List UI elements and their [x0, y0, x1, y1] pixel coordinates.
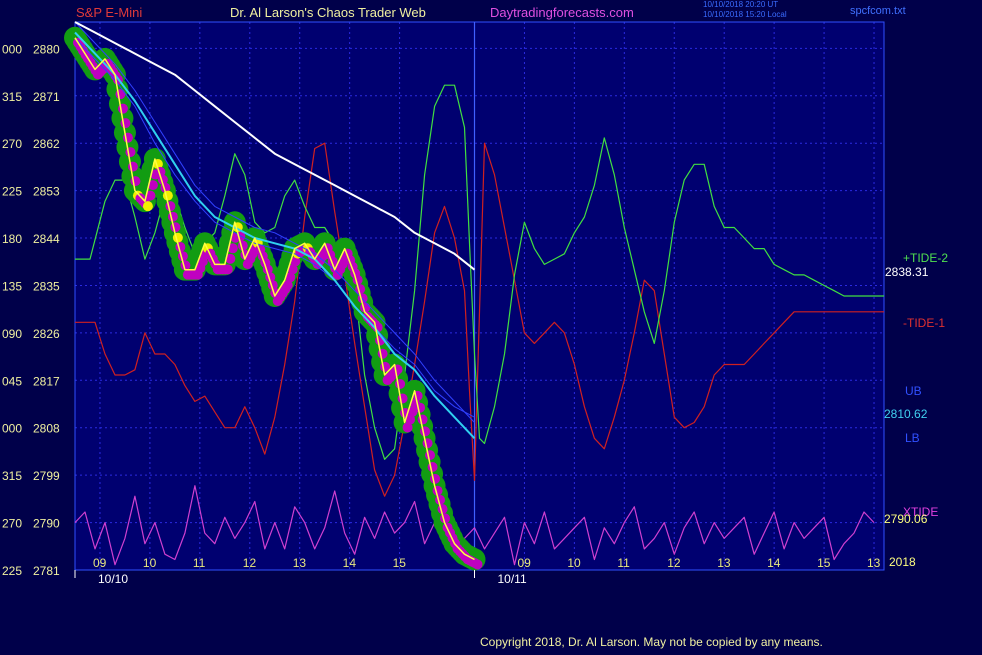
- x-hour-tick: 13: [293, 556, 307, 570]
- copyright-notice: Copyright 2018, Dr. Al Larson. May not b…: [480, 635, 823, 649]
- x-date-label: 10/10: [98, 572, 128, 586]
- price-dot: [170, 222, 181, 233]
- y-left-tick: 045: [2, 374, 22, 388]
- y-left-tick: 225: [2, 185, 22, 199]
- price-dot: [415, 402, 426, 413]
- data-filename: spcfcom.txt: [850, 5, 906, 17]
- x-hour-tick: 09: [517, 556, 531, 570]
- x-hour-tick: 12: [667, 556, 681, 570]
- price-dot: [420, 426, 431, 437]
- x-hour-tick: 14: [767, 556, 781, 570]
- x-hour-tick: 10: [143, 556, 157, 570]
- ub-label: UB: [905, 384, 922, 398]
- y-left-tick: 135: [2, 279, 22, 293]
- y-left-tick: 180: [2, 232, 22, 246]
- y-left-tick: 270: [2, 517, 22, 531]
- x-hour-tick: 12: [243, 556, 257, 570]
- y-price-tick: 2880: [33, 42, 60, 56]
- year-label: 2018: [889, 555, 916, 569]
- x-hour-tick: 15: [817, 556, 831, 570]
- y-left-tick: 225: [2, 564, 22, 578]
- price-dot: [422, 438, 433, 449]
- y-price-tick: 2862: [33, 137, 60, 151]
- y-price-tick: 2817: [33, 374, 60, 388]
- site-link[interactable]: Daytradingforecasts.com: [490, 6, 634, 19]
- tide2-value: 2838.31: [885, 265, 929, 279]
- x-hour-tick: 11: [617, 556, 630, 570]
- y-price-tick: 2844: [33, 232, 60, 246]
- price-high-dot: [162, 190, 173, 201]
- y-price-tick: 2826: [33, 327, 60, 341]
- price-dot: [425, 450, 436, 461]
- x-hour-tick: 11: [193, 556, 206, 570]
- xtide-value: 2790.06: [884, 512, 928, 526]
- y-price-tick: 2790: [33, 517, 60, 531]
- y-price-tick: 2799: [33, 469, 60, 483]
- x-hour-tick: 13: [717, 556, 731, 570]
- price-dot: [427, 461, 438, 472]
- y-left-tick: 270: [2, 137, 22, 151]
- chart-title: Dr. Al Larson's Chaos Trader Web: [230, 5, 426, 20]
- x-hour-tick: 09: [93, 556, 107, 570]
- y-price-tick: 2871: [33, 90, 60, 104]
- price-dot: [115, 89, 126, 100]
- x-date-label: 10/11: [498, 572, 527, 586]
- price-dot: [472, 559, 483, 570]
- x-hour-tick: 14: [343, 556, 357, 570]
- price-dot: [430, 473, 441, 484]
- tide1-label: -TIDE-1: [903, 316, 945, 330]
- chart-stage: 000 2880 315 2871 270 2862 225 2853 180 2844 135 28…: [0, 0, 982, 650]
- y-price-tick: 2835: [33, 279, 60, 293]
- symbol-title: S&P E-Mini: [76, 5, 143, 20]
- timestamp-ut: 10/10/2018 20:20 UT: [703, 0, 779, 9]
- x-hour-tick: 10: [567, 556, 581, 570]
- y-price-tick: 2808: [33, 422, 60, 436]
- ub-value: 2810.62: [884, 407, 928, 421]
- y-left-tick: 315: [2, 90, 22, 104]
- price-dot: [417, 414, 428, 425]
- tide2-label: +TIDE-2: [903, 251, 949, 265]
- timestamp-local: 10/10/2018 15:20 Local: [703, 10, 787, 19]
- y-left-tick: 315: [2, 469, 22, 483]
- x-hour-tick: 15: [393, 556, 407, 570]
- chart-svg: 000 2880 315 2871 270 2862 225 2853 180 2844 135 28…: [2, 21, 885, 586]
- price-dot: [165, 201, 176, 212]
- lb-label: LB: [905, 431, 920, 445]
- x-hour-tick: 13: [867, 556, 881, 570]
- price-dot: [222, 264, 233, 275]
- y-price-tick: 2853: [33, 185, 60, 199]
- y-left-tick: 000: [2, 422, 22, 436]
- y-left-tick: 000: [2, 42, 22, 56]
- y-price-tick: 2781: [33, 564, 60, 578]
- price-dot: [377, 348, 388, 359]
- price-high-dot: [142, 201, 153, 212]
- price-dot: [167, 211, 178, 222]
- y-left-tick: 090: [2, 327, 22, 341]
